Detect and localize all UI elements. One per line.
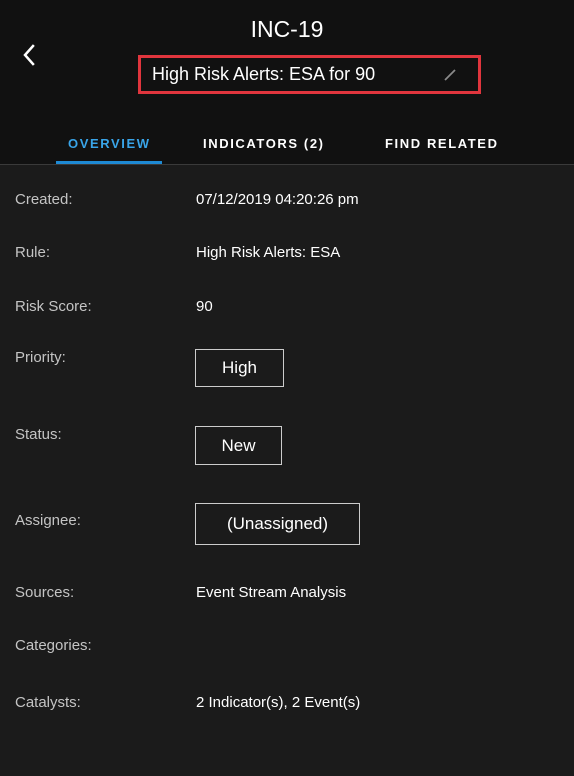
created-label: Created:	[15, 191, 73, 208]
incident-header: INC-19 High Risk Alerts: ESA for 90 OVER…	[0, 0, 574, 165]
assignee-button[interactable]: (Unassigned)	[195, 503, 360, 545]
sources-label: Sources:	[15, 584, 75, 601]
tab-overview[interactable]: OVERVIEW	[68, 136, 151, 151]
assignee-label: Assignee:	[15, 512, 81, 529]
incident-title[interactable]: High Risk Alerts: ESA for 90	[152, 64, 375, 85]
created-value: 07/12/2019 04:20:26 pm	[196, 191, 359, 208]
tab-indicators[interactable]: INDICATORS (2)	[203, 136, 325, 151]
status-label: Status:	[15, 426, 62, 443]
catalysts-value: 2 Indicator(s), 2 Event(s)	[196, 694, 361, 711]
rule-value: High Risk Alerts: ESA	[196, 244, 341, 261]
risk-score-label: Risk Score:	[15, 298, 92, 315]
back-button[interactable]	[18, 40, 42, 70]
incident-id: INC-19	[250, 16, 324, 42]
catalysts-label: Catalysts:	[15, 694, 81, 711]
rule-label: Rule:	[15, 244, 51, 261]
priority-button[interactable]: High	[195, 349, 284, 387]
risk-score-value: 90	[196, 298, 213, 315]
active-tab-indicator	[56, 161, 162, 164]
tab-bar: OVERVIEW INDICATORS (2) FIND RELATED	[0, 133, 574, 165]
sources-value: Event Stream Analysis	[196, 584, 347, 601]
categories-label: Categories:	[15, 637, 92, 654]
priority-label: Priority:	[15, 349, 66, 366]
pencil-icon[interactable]	[442, 67, 458, 83]
chevron-left-icon	[23, 44, 35, 66]
incident-title-field[interactable]: High Risk Alerts: ESA for 90	[138, 55, 481, 94]
tab-find-related[interactable]: FIND RELATED	[385, 136, 499, 151]
status-button[interactable]: New	[195, 426, 282, 465]
